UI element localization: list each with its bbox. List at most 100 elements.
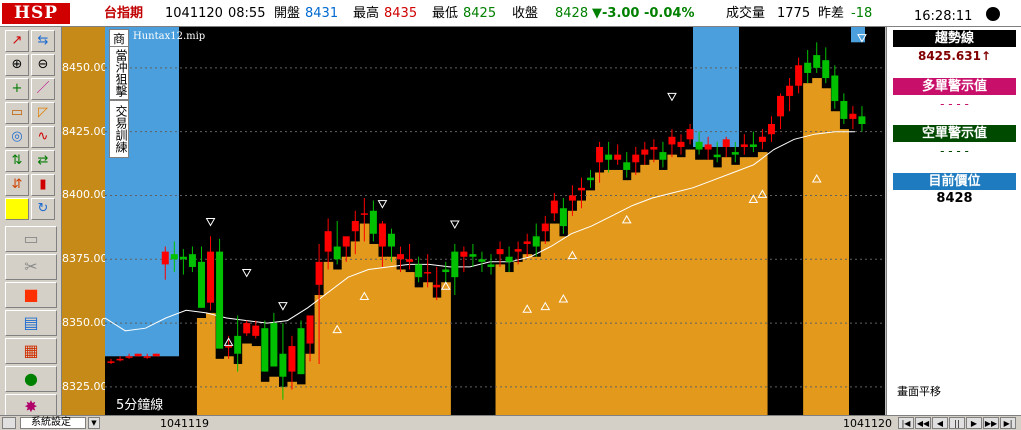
trade-training-button[interactable]: 交易訓練 [109, 100, 129, 158]
candle-body [197, 261, 205, 308]
crosshair-icon[interactable]: + [5, 78, 29, 100]
candle-body [695, 141, 703, 150]
current-price-header: 目前價位 [893, 173, 1016, 190]
candle-body [188, 254, 196, 267]
candle-body [813, 55, 821, 68]
chart-area[interactable] [104, 27, 885, 416]
y-tick-label: 8350.00 [62, 316, 108, 330]
support-area [803, 83, 813, 415]
folder-icon[interactable]: ▭ [5, 226, 57, 252]
grid-icon[interactable]: ▦ [5, 338, 57, 364]
refresh-icon[interactable]: ↻ [31, 198, 55, 220]
blue-zone [693, 27, 739, 147]
support-area [513, 261, 524, 415]
low-value: 8425 [463, 6, 497, 21]
candle-body [849, 113, 857, 119]
sell-signal-icon [449, 220, 460, 230]
daytrade-snipe-button[interactable]: 當沖狙擊 [109, 46, 129, 100]
glove-icon[interactable]: ● [5, 366, 57, 392]
angle-icon[interactable]: ◸ [31, 102, 55, 124]
menu-toggle-button[interactable] [2, 417, 16, 429]
candle-body [487, 264, 495, 267]
chart-toggle-icon[interactable]: ⇅ [5, 150, 29, 172]
stop-icon[interactable]: ■ [5, 282, 57, 308]
quote-date: 1041120 [165, 6, 223, 21]
candle-body [451, 251, 459, 278]
support-area [414, 287, 424, 415]
candle-body [406, 259, 414, 262]
tool-palette: ↗ ⇆ ⊕ ⊖ + ／ ▭ ◸ ◎ ∿ ⇅ ⇄ ⇵ ▮ ↻ ▭ ✂ ■ ▤ ▦ ● ✸ [0, 27, 62, 420]
candle-body [342, 236, 350, 247]
chevron-down-icon[interactable]: ▼ [88, 417, 100, 429]
arrow-swap-icon[interactable]: ⇵ [5, 174, 29, 196]
status-dot-icon[interactable] [986, 7, 1000, 21]
candle-body [216, 251, 224, 349]
zoom-out-icon[interactable]: ⊖ [31, 54, 55, 76]
draw-line-icon[interactable]: ↗ [5, 30, 29, 52]
candlestick-chart [104, 27, 885, 416]
settings-dropdown[interactable]: 系統設定 [20, 417, 86, 429]
short-alert-header: 空單警示值 [893, 125, 1016, 142]
symbol-name: 台指期 [104, 6, 144, 21]
close-value: 8428 [555, 6, 589, 21]
wave-icon[interactable]: ∿ [31, 126, 55, 148]
support-area [323, 261, 334, 415]
candle-body [587, 177, 595, 181]
candle-body [559, 208, 567, 227]
candle-body [333, 246, 341, 260]
support-area [350, 241, 361, 415]
support-area [386, 256, 397, 415]
support-area [631, 172, 641, 415]
candle-body [514, 249, 522, 252]
candle-icon[interactable]: ▮ [31, 174, 55, 196]
current-price-value: 8428 [936, 191, 973, 206]
trend-header: 趨勢線 [893, 30, 1016, 47]
fast-back-icon[interactable]: ◀◀ [915, 417, 931, 429]
diff-value: -18 [851, 6, 873, 21]
candle-body [315, 261, 323, 285]
candle-body [252, 325, 260, 336]
candle-body [324, 231, 332, 252]
high-label: 最高 [353, 6, 380, 21]
step-forward-icon[interactable]: ▶ [966, 417, 982, 429]
candle-body [424, 272, 432, 274]
last-page-icon[interactable]: ▶| [1000, 417, 1016, 429]
support-area [567, 210, 578, 415]
pause-icon[interactable]: || [949, 417, 965, 429]
rectangle-icon[interactable]: ▭ [5, 102, 29, 124]
step-back-icon[interactable]: ◀ [932, 417, 948, 429]
note-icon[interactable]: ▤ [5, 310, 57, 336]
support-area [703, 159, 714, 415]
candle-body [605, 154, 613, 160]
merchant-button[interactable]: 商 [109, 29, 129, 47]
y-tick-label: 8400.00 [62, 188, 108, 202]
support-area [377, 256, 388, 415]
sell-signal-icon [205, 217, 216, 227]
compare-icon[interactable]: ⇄ [31, 150, 55, 172]
zoom-in-icon[interactable]: ⊕ [5, 54, 29, 76]
support-area [495, 264, 506, 415]
fast-forward-icon[interactable]: ▶▶ [983, 417, 999, 429]
support-area [730, 164, 741, 415]
candle-body [650, 146, 658, 150]
circle-icon[interactable]: ◎ [5, 126, 29, 148]
cut-icon[interactable]: ✂ [5, 254, 57, 280]
support-area [830, 111, 840, 415]
candle-body [397, 254, 405, 260]
support-area [196, 318, 207, 415]
candle-body [740, 144, 748, 147]
candle-body [523, 241, 531, 244]
support-area [839, 129, 849, 415]
color-square-icon[interactable] [5, 198, 29, 220]
candle-body [804, 62, 812, 73]
first-page-icon[interactable]: |◀ [898, 417, 914, 429]
pen-icon[interactable]: ／ [31, 78, 55, 100]
y-tick-label: 8325.00 [62, 379, 108, 393]
candle-body [387, 233, 395, 247]
support-area [821, 88, 831, 415]
support-area [549, 223, 560, 415]
candle-body [234, 335, 242, 354]
support-area [441, 282, 451, 415]
split-icon[interactable]: ⇆ [31, 30, 55, 52]
candle-body [116, 358, 124, 361]
